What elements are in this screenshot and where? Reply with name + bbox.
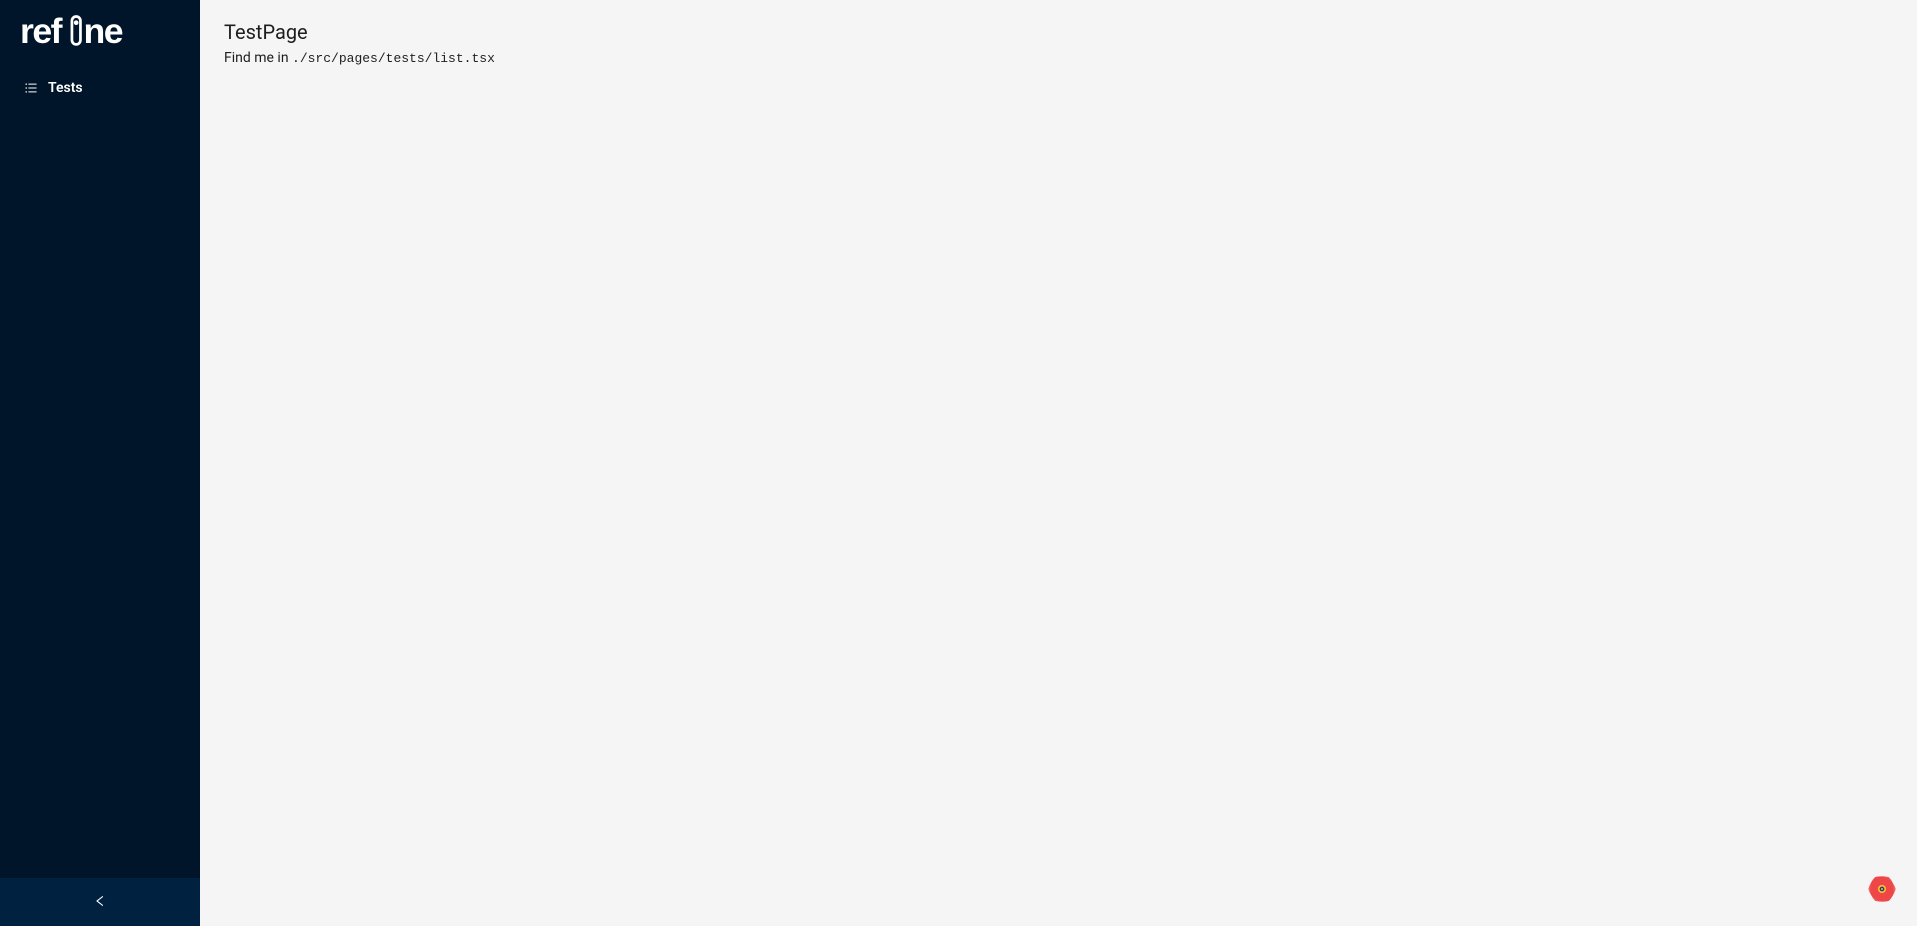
main-content: TestPage Find me in ./src/pages/tests/li…: [200, 0, 1917, 926]
page-description: Find me in ./src/pages/tests/list.tsx: [224, 50, 1893, 66]
logo-container[interactable]: ref ne: [0, 0, 200, 64]
sidebar-menu: Tests: [0, 64, 200, 878]
description-prefix: Find me in: [224, 50, 292, 66]
chevron-left-icon: [93, 893, 107, 912]
sidebar-item-label: Tests: [48, 80, 83, 96]
svg-text:ref: ref: [20, 11, 63, 51]
sidebar: ref ne Tests: [0, 0, 200, 926]
page-title: TestPage: [224, 20, 1893, 44]
description-path: ./src/pages/tests/list.tsx: [292, 51, 495, 66]
sidebar-collapse-button[interactable]: [0, 878, 200, 926]
react-query-icon: [1865, 872, 1899, 910]
refine-logo: ref ne: [20, 10, 175, 54]
sidebar-item-tests[interactable]: Tests: [0, 68, 200, 108]
svg-text:ne: ne: [84, 11, 123, 51]
react-query-devtools-button[interactable]: [1865, 874, 1899, 908]
list-icon: [24, 81, 38, 95]
